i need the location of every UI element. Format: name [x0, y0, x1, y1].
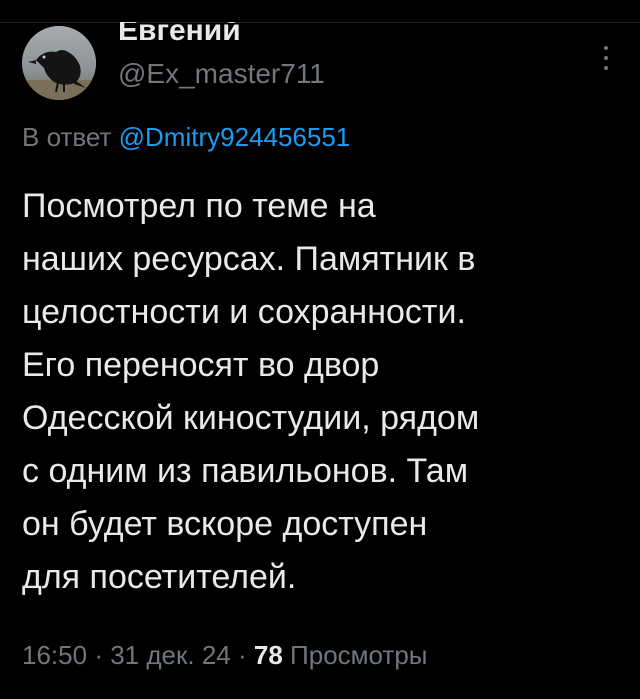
tweet-text-line: для посетителей. — [22, 558, 297, 596]
author-avatar[interactable] — [22, 26, 96, 100]
tweet-date[interactable]: 31 дек. 24 — [110, 640, 231, 670]
tweet-text-line: он будет вскоре доступен — [22, 505, 428, 543]
tweet-text-line: с одним из павильонов. Там — [22, 452, 469, 490]
reply-context: В ответ @Dmitry924456551 — [22, 120, 350, 154]
tweet-text: Посмотрел по теме на наших ресурсах. Пам… — [22, 180, 622, 604]
tweet-text-line: Посмотрел по теме на — [22, 187, 376, 225]
author-name[interactable]: Евгений — [118, 22, 241, 52]
author-name-text: Евгений — [118, 22, 241, 47]
top-divider — [0, 22, 640, 23]
tweet-text-line: Одесской киностудии, рядом — [22, 399, 480, 437]
tweet-text-line: целостности и сохранности. — [22, 293, 466, 331]
tweet-text-line: наших ресурсах. Памятник в — [22, 240, 476, 278]
meta-separator: · — [237, 640, 247, 670]
more-vertical-icon — [604, 46, 608, 50]
more-vertical-icon-dot — [604, 66, 608, 70]
tweet-text-line: Его переносят во двор — [22, 346, 380, 384]
views-link[interactable]: 78 Просмотры — [254, 640, 428, 670]
views-count: 78 — [253, 640, 283, 670]
meta-separator: · — [94, 640, 103, 670]
reply-prefix: В ответ — [22, 122, 112, 152]
tweet-meta: 16:50 · 31 дек. 24 · 78 Просмотры — [22, 638, 427, 672]
more-options-button[interactable] — [594, 40, 618, 76]
reply-mention-link[interactable]: @Dmitry924456551 — [119, 122, 351, 152]
views-label: Просмотры — [290, 640, 428, 670]
crow-avatar-icon — [22, 26, 96, 100]
author-handle[interactable]: @Ex_master711 — [118, 58, 325, 90]
tweet-time[interactable]: 16:50 — [22, 640, 87, 670]
more-vertical-icon-dot — [604, 56, 608, 60]
